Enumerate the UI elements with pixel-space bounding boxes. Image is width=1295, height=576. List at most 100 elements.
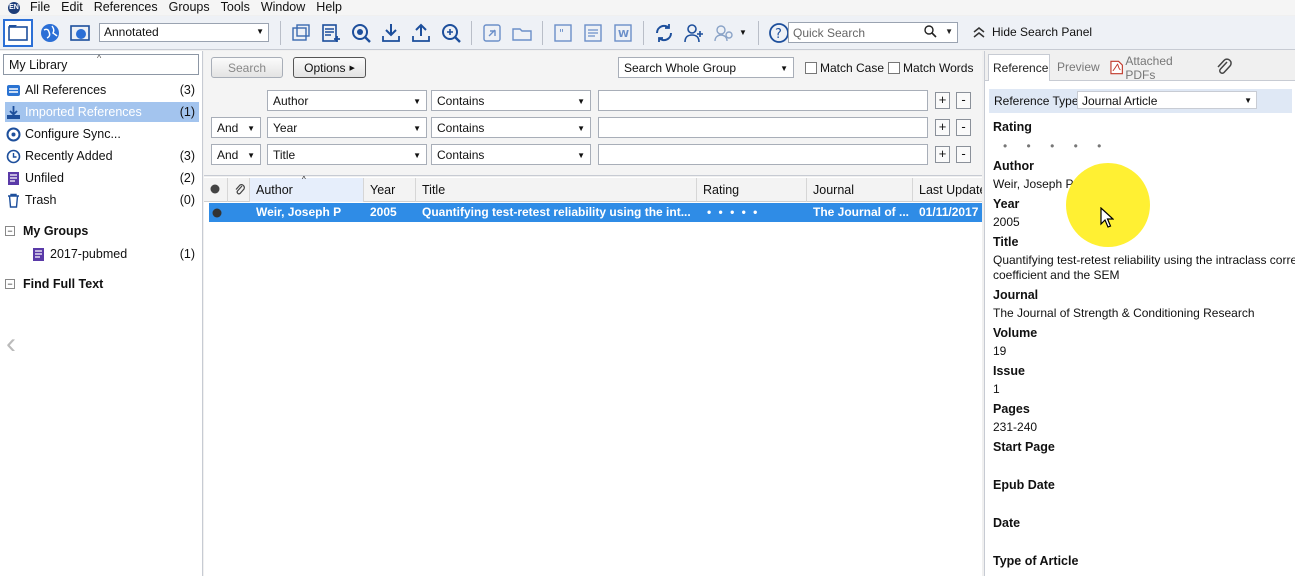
match-case-checkbox[interactable]: Match Case bbox=[805, 61, 884, 75]
field-value-issue[interactable]: 1 bbox=[993, 382, 1295, 396]
library-header[interactable]: My Library ^ bbox=[3, 53, 199, 75]
search-scope-select[interactable]: Search Whole Group ▼ bbox=[618, 57, 794, 78]
sync-icon[interactable] bbox=[651, 20, 677, 46]
column-author[interactable]: Author ^ bbox=[250, 175, 364, 202]
column-year[interactable]: Year bbox=[364, 178, 416, 202]
insert-citation-icon[interactable]: " bbox=[550, 20, 576, 46]
match-words-checkbox[interactable]: Match Words bbox=[888, 61, 973, 75]
group-unfiled[interactable]: Unfiled (2) bbox=[5, 168, 199, 188]
open-link-icon[interactable] bbox=[479, 20, 505, 46]
group-recently-added[interactable]: Recently Added (3) bbox=[5, 146, 199, 166]
search-term-input-2[interactable] bbox=[598, 117, 928, 138]
online-search-icon[interactable] bbox=[37, 20, 63, 46]
tab-preview[interactable]: Preview bbox=[1053, 54, 1103, 81]
output-style-select[interactable]: Annotated ▼ bbox=[99, 23, 269, 42]
group-all-references[interactable]: All References (3) bbox=[5, 80, 199, 100]
menu-references[interactable]: References bbox=[94, 0, 167, 15]
local-library-icon[interactable] bbox=[3, 18, 33, 47]
column-last-updated[interactable]: Last Updated bbox=[913, 178, 982, 202]
group-users-icon[interactable] bbox=[711, 20, 737, 46]
find-full-text-section[interactable]: − Find Full Text bbox=[5, 277, 103, 291]
menu-help[interactable]: Help bbox=[316, 0, 351, 15]
cell-rating[interactable]: • • • • • bbox=[707, 205, 807, 219]
search-boolean-select-3[interactable]: And ▼ bbox=[211, 144, 261, 165]
collapse-panel-chevron-icon[interactable]: ‹ bbox=[6, 327, 16, 361]
table-row[interactable]: Weir, Joseph P 2005 Quantifying test-ret… bbox=[209, 203, 982, 222]
rating-stars[interactable]: • • • • • bbox=[1003, 139, 1109, 153]
group-configure-sync[interactable]: Configure Sync... bbox=[5, 124, 199, 144]
format-bibliography-icon[interactable] bbox=[580, 20, 606, 46]
group-set-icon bbox=[30, 246, 46, 262]
remove-search-row-button[interactable]: - bbox=[956, 146, 971, 163]
field-value-pages[interactable]: 231-240 bbox=[993, 420, 1295, 434]
export-icon[interactable] bbox=[408, 20, 434, 46]
integrated-library-icon[interactable] bbox=[67, 20, 93, 46]
hide-search-panel-button[interactable]: Hide Search Panel bbox=[972, 25, 1092, 39]
menu-window[interactable]: Window bbox=[261, 0, 314, 15]
column-rating[interactable]: Rating bbox=[697, 178, 807, 202]
my-groups-section[interactable]: − My Groups bbox=[5, 224, 88, 238]
copy-to-library-icon[interactable] bbox=[288, 20, 314, 46]
column-title[interactable]: Title bbox=[416, 178, 697, 202]
word-icon[interactable]: W bbox=[610, 20, 636, 46]
import-icon[interactable] bbox=[378, 20, 404, 46]
group-trash[interactable]: Trash (0) bbox=[5, 190, 199, 210]
chevron-down-icon: ▼ bbox=[413, 97, 421, 106]
options-button[interactable]: Options ▶ bbox=[293, 57, 366, 78]
cursor-highlight bbox=[1066, 163, 1150, 247]
find-full-text-icon[interactable] bbox=[438, 20, 464, 46]
search-boolean-select-2[interactable]: And ▼ bbox=[211, 117, 261, 138]
field-value-journal[interactable]: The Journal of Strength & Conditioning R… bbox=[993, 306, 1295, 320]
online-search-mode-icon[interactable] bbox=[348, 20, 374, 46]
reference-type-select[interactable]: Journal Article ▼ bbox=[1077, 91, 1257, 109]
search-term-input-3[interactable] bbox=[598, 144, 928, 165]
paperclip-icon[interactable] bbox=[1216, 58, 1232, 79]
tab-reference[interactable]: Reference bbox=[988, 54, 1050, 81]
add-search-row-button[interactable]: + bbox=[935, 92, 950, 109]
checkbox-box[interactable] bbox=[805, 62, 817, 74]
svg-text:?: ? bbox=[775, 27, 782, 42]
attachment-column[interactable] bbox=[228, 178, 250, 202]
menu-file[interactable]: File bbox=[30, 0, 59, 15]
tab-attached-pdfs[interactable]: Attached PDFs bbox=[1106, 54, 1206, 82]
group-count: (1) bbox=[179, 105, 195, 119]
field-value-title-continued[interactable]: coefficient and the SEM bbox=[993, 268, 1295, 282]
menu-groups[interactable]: Groups bbox=[169, 0, 219, 15]
group-label: All References bbox=[25, 83, 107, 97]
endnote-app-icon[interactable]: EN bbox=[8, 1, 20, 14]
groups-panel: My Library ^ All References (3) Imported… bbox=[0, 51, 203, 576]
search-scope-value: Search Whole Group bbox=[624, 61, 737, 75]
search-boolean-value: And bbox=[217, 121, 239, 135]
group-2017-pubmed[interactable]: 2017-pubmed (1) bbox=[30, 244, 199, 264]
checkbox-box[interactable] bbox=[888, 62, 900, 74]
chevron-down-icon[interactable]: ▼ bbox=[945, 27, 953, 36]
new-reference-icon[interactable] bbox=[318, 20, 344, 46]
collapse-toggle-icon[interactable]: − bbox=[5, 279, 15, 289]
field-value-title[interactable]: Quantifying test-retest reliability usin… bbox=[993, 253, 1295, 267]
remove-search-row-button[interactable]: - bbox=[956, 119, 971, 136]
read-status-column[interactable] bbox=[204, 178, 228, 202]
share-group-icon[interactable] bbox=[681, 20, 707, 46]
add-search-row-button[interactable]: + bbox=[935, 146, 950, 163]
search-operator-select-3[interactable]: Contains ▼ bbox=[431, 144, 591, 165]
chevron-down-icon[interactable]: ▼ bbox=[739, 28, 747, 37]
search-field-select-3[interactable]: Title ▼ bbox=[267, 144, 427, 165]
quick-search-input[interactable]: Quick Search ▼ bbox=[788, 22, 958, 43]
remove-search-row-button[interactable]: - bbox=[956, 92, 971, 109]
collapse-toggle-icon[interactable]: − bbox=[5, 226, 15, 236]
search-operator-select-2[interactable]: Contains ▼ bbox=[431, 117, 591, 138]
group-imported-references[interactable]: Imported References (1) bbox=[5, 102, 199, 122]
column-journal[interactable]: Journal bbox=[807, 178, 913, 202]
search-term-input-1[interactable] bbox=[598, 90, 928, 111]
search-button[interactable]: Search bbox=[211, 57, 283, 78]
group-label: Recently Added bbox=[25, 149, 113, 163]
search-field-select-2[interactable]: Year ▼ bbox=[267, 117, 427, 138]
search-operator-select-1[interactable]: Contains ▼ bbox=[431, 90, 591, 111]
search-field-select-1[interactable]: Author ▼ bbox=[267, 90, 427, 111]
open-file-icon[interactable] bbox=[509, 20, 535, 46]
search-icon[interactable] bbox=[924, 25, 937, 41]
add-search-row-button[interactable]: + bbox=[935, 119, 950, 136]
menu-edit[interactable]: Edit bbox=[61, 0, 92, 15]
menu-tools[interactable]: Tools bbox=[221, 0, 259, 15]
field-value-volume[interactable]: 19 bbox=[993, 344, 1295, 358]
